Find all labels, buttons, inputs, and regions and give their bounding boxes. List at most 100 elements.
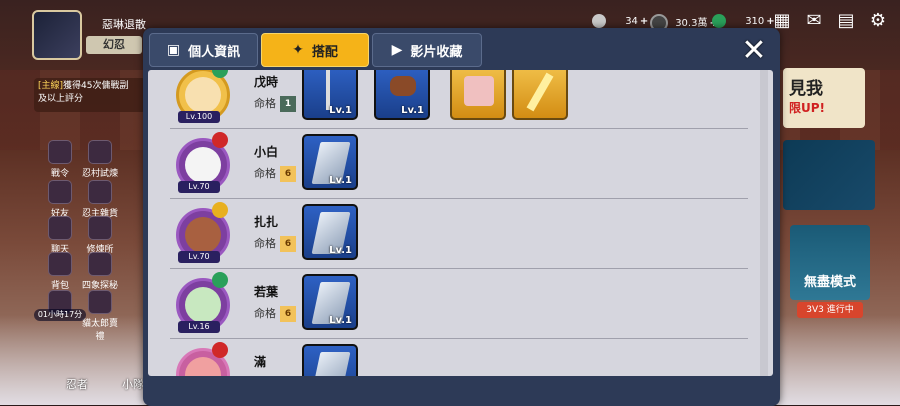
quest-tag: [主線]: [38, 81, 64, 91]
event-banner[interactable]: 見我 限UP!: [783, 68, 865, 128]
destiny-gem-icon: 6: [280, 166, 296, 182]
equip-slot[interactable]: [302, 344, 358, 376]
battle-pass-icon: [48, 140, 72, 164]
character-face: [185, 147, 221, 183]
nav-squad[interactable]: 小隊: [122, 376, 144, 392]
tab-video[interactable]: ▶ 影片收藏: [372, 33, 482, 67]
destiny-label: 命格: [254, 237, 276, 250]
equipment-modal: ▣ 個人資訊 ✦ 搭配 ▶ 影片收藏 ✕ Lv.100 戊時 命格 1 Lv.1 …: [143, 28, 780, 406]
fire-element-icon: [212, 132, 228, 148]
character-level: Lv.70: [178, 251, 220, 263]
equip-level: Lv.1: [401, 105, 424, 116]
equip-slot[interactable]: [450, 70, 506, 120]
destiny-label: 命格: [254, 97, 276, 110]
resource-coin-value: 34: [625, 16, 638, 27]
lightning-element-icon: [212, 202, 228, 218]
tab-label: 影片收藏: [410, 44, 463, 60]
character-name: 若葉: [254, 285, 279, 299]
quest-text-2: 及以上評分: [38, 94, 84, 104]
character-face: [185, 217, 221, 253]
character-list[interactable]: Lv.100 戊時 命格 1 Lv.1 Lv.1 Lv.70 小白 命格 6 Lv.…: [148, 70, 773, 376]
quest-text: 獲得45次傭戰副: [63, 81, 129, 91]
event-art[interactable]: [783, 140, 875, 210]
plus-icon[interactable]: +: [640, 16, 648, 27]
equip-slot[interactable]: [512, 70, 568, 120]
side-item-backpack[interactable]: 背包: [40, 252, 80, 291]
side-item-chat[interactable]: 聊天: [40, 216, 80, 255]
side-item-shop[interactable]: 忍主雜貨: [80, 180, 120, 219]
shuriken-icon: ✦: [292, 42, 304, 58]
fire-element-icon: [212, 342, 228, 358]
character-face: [185, 287, 221, 323]
scroll-icon: [464, 76, 494, 106]
jade-icon: [712, 14, 726, 28]
equip-slot[interactable]: Lv.1: [374, 70, 430, 120]
destiny-label: 命格: [254, 307, 276, 320]
training-icon: [88, 216, 112, 240]
side-item-label: 忍村試煉: [81, 169, 118, 179]
side-item-friends[interactable]: 好友: [40, 180, 80, 219]
equip-slot[interactable]: Lv.1: [302, 204, 358, 260]
house-icon: [592, 14, 606, 28]
destiny-grade: 命格 1: [254, 95, 296, 112]
side-item-battle-pass[interactable]: 戰令: [40, 140, 80, 179]
cat-icon: [88, 290, 112, 314]
endless-mode-card[interactable]: 無盡模式: [790, 225, 870, 300]
shop-icon: [88, 180, 112, 204]
equip-level: Lv.1: [329, 105, 352, 116]
list-item[interactable]: Lv.70 小白 命格 6 Lv.1: [170, 128, 748, 199]
list-item[interactable]: Lv.70 扎扎 命格 6 Lv.1: [170, 198, 748, 269]
side-item-village-trial[interactable]: 忍村試煉: [80, 140, 120, 179]
character-name: 滿: [254, 355, 267, 369]
nav-ninja[interactable]: 忍者: [66, 376, 88, 392]
scrollbar[interactable]: [760, 70, 768, 376]
blade-icon: [311, 352, 351, 376]
list-item[interactable]: Lv.16 若葉 命格 6 Lv.1: [170, 268, 748, 339]
character-face: [185, 357, 221, 376]
system-icons: ▦ ✉ ▤ ⚙: [770, 10, 890, 32]
close-button[interactable]: ✕: [737, 34, 771, 68]
resource-jade-value: 310: [745, 16, 765, 27]
chain-sickle-icon: [326, 70, 330, 110]
close-icon: ✕: [741, 33, 767, 68]
destiny-grade: 命格 6: [254, 305, 296, 322]
side-item-training[interactable]: 修煉所: [80, 216, 120, 255]
character-name: 扎扎: [254, 215, 279, 229]
destiny-gem-icon: 6: [280, 306, 296, 322]
character-name: 小白: [254, 145, 279, 159]
equip-slot[interactable]: Lv.1: [302, 134, 358, 190]
destiny-gem-icon: 1: [280, 96, 296, 112]
chat-icon: [48, 216, 72, 240]
list-item[interactable]: Lv.100 戊時 命格 1 Lv.1 Lv.1: [170, 70, 748, 129]
equip-slot[interactable]: Lv.1: [302, 274, 358, 330]
meat-club-icon: [390, 76, 416, 96]
gear-icon[interactable]: ⚙: [866, 10, 890, 32]
banner-title: 見我: [789, 79, 823, 99]
tab-equip[interactable]: ✦ 搭配: [261, 33, 369, 67]
event-timer: 01小時17分: [34, 309, 86, 321]
side-item-cat-gift[interactable]: 貓太郎賣禮: [80, 290, 120, 342]
destiny-grade: 命格 6: [254, 165, 296, 182]
equip-slot[interactable]: Lv.1: [302, 70, 358, 120]
mail-icon[interactable]: ✉: [802, 10, 826, 32]
character-level: Lv.16: [178, 321, 220, 333]
character-face: [185, 77, 221, 113]
player-name: 惡琳退散: [102, 18, 146, 31]
tab-label: 搭配: [311, 44, 338, 60]
equip-level: Lv.1: [329, 245, 352, 256]
equip-level: Lv.1: [329, 315, 352, 326]
side-item-four-symbols[interactable]: 四象探秘: [80, 252, 120, 291]
character-name: 戊時: [254, 75, 279, 89]
player-avatar[interactable]: [32, 10, 82, 60]
tab-profile[interactable]: ▣ 個人資訊: [149, 33, 258, 67]
main-quest-tracker[interactable]: [主線]獲得45次傭戰副 及以上評分: [34, 78, 146, 112]
destiny-gem-icon: 6: [280, 236, 296, 252]
tab-label: 個人資訊: [188, 44, 241, 60]
golden-hammer-icon: [526, 72, 554, 112]
notice-icon[interactable]: ▤: [834, 10, 858, 32]
village-trial-icon: [88, 140, 112, 164]
list-item[interactable]: 滿: [170, 338, 748, 376]
banner-sub: 限UP!: [789, 101, 826, 115]
destiny-grade: 命格 6: [254, 235, 296, 252]
equip-level: Lv.1: [329, 175, 352, 186]
